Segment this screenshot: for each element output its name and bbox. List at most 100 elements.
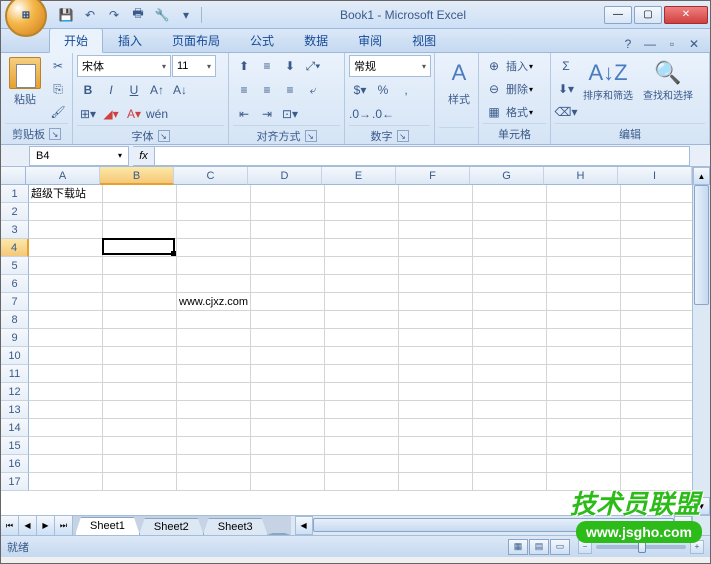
cell-F17[interactable] — [399, 473, 473, 491]
cell-I11[interactable] — [621, 365, 692, 383]
name-box[interactable]: B4▾ — [29, 146, 129, 166]
cell-I7[interactable] — [621, 293, 692, 311]
cell-I5[interactable] — [621, 257, 692, 275]
increase-font-button[interactable]: A↑ — [146, 79, 168, 101]
fx-button[interactable]: fx — [133, 146, 155, 166]
cell-I1[interactable] — [621, 185, 692, 203]
cell-G2[interactable] — [473, 203, 547, 221]
cell-C11[interactable] — [177, 365, 251, 383]
cell-F5[interactable] — [399, 257, 473, 275]
minimize-button[interactable]: — — [604, 6, 632, 24]
merge-button[interactable]: ⊡▾ — [279, 103, 301, 125]
paste-button[interactable]: 粘贴 — [5, 55, 45, 109]
cell-E12[interactable] — [325, 383, 399, 401]
decrease-font-button[interactable]: A↓ — [169, 79, 191, 101]
row-header-1[interactable]: 1 — [1, 185, 29, 203]
cell-C1[interactable] — [177, 185, 251, 203]
cell-I15[interactable] — [621, 437, 692, 455]
new-sheet-button[interactable] — [267, 533, 291, 535]
cell-G6[interactable] — [473, 275, 547, 293]
cell-H1[interactable] — [547, 185, 621, 203]
cell-E8[interactable] — [325, 311, 399, 329]
delete-cells-button[interactable]: ⊖ — [483, 78, 505, 100]
cell-B7[interactable] — [103, 293, 177, 311]
cell-G11[interactable] — [473, 365, 547, 383]
cell-E7[interactable] — [325, 293, 399, 311]
cell-B11[interactable] — [103, 365, 177, 383]
cell-D15[interactable] — [251, 437, 325, 455]
cell-F13[interactable] — [399, 401, 473, 419]
align-right-button[interactable]: ≡ — [279, 79, 301, 101]
cell-A13[interactable] — [29, 401, 103, 419]
cell-I3[interactable] — [621, 221, 692, 239]
cell-E11[interactable] — [325, 365, 399, 383]
decrease-indent-button[interactable]: ⇤ — [233, 103, 255, 125]
cell-D13[interactable] — [251, 401, 325, 419]
row-header-9[interactable]: 9 — [1, 329, 29, 347]
cell-D7[interactable] — [251, 293, 325, 311]
horizontal-scrollbar[interactable]: ◀ ▶ — [295, 516, 692, 535]
cell-H3[interactable] — [547, 221, 621, 239]
cell-F11[interactable] — [399, 365, 473, 383]
cell-I2[interactable] — [621, 203, 692, 221]
cell-H8[interactable] — [547, 311, 621, 329]
cell-B15[interactable] — [103, 437, 177, 455]
cell-A15[interactable] — [29, 437, 103, 455]
cell-I12[interactable] — [621, 383, 692, 401]
find-select-button[interactable]: 🔍 查找和选择 — [639, 55, 697, 104]
cell-A1[interactable]: 超级下载站 — [29, 185, 103, 203]
increase-decimal-button[interactable]: .0→ — [349, 103, 371, 125]
row-header-5[interactable]: 5 — [1, 257, 29, 275]
cell-D2[interactable] — [251, 203, 325, 221]
cell-D10[interactable] — [251, 347, 325, 365]
close-workbook-icon[interactable]: ✕ — [686, 36, 702, 52]
wrap-text-button[interactable]: ⤶ — [302, 79, 324, 101]
cell-C15[interactable] — [177, 437, 251, 455]
restore-window-icon[interactable]: ▫ — [664, 36, 680, 52]
font-launcher[interactable]: ↘ — [158, 130, 170, 142]
cell-H13[interactable] — [547, 401, 621, 419]
cell-D6[interactable] — [251, 275, 325, 293]
cell-B16[interactable] — [103, 455, 177, 473]
col-header-A[interactable]: A — [26, 167, 100, 185]
cell-G9[interactable] — [473, 329, 547, 347]
align-center-button[interactable]: ≡ — [256, 79, 278, 101]
cut-button[interactable]: ✂ — [47, 55, 69, 77]
cell-C13[interactable] — [177, 401, 251, 419]
cell-C5[interactable] — [177, 257, 251, 275]
styles-button[interactable]: A 样式 — [439, 55, 479, 109]
last-sheet-button[interactable]: ⏭ — [55, 516, 73, 535]
cell-F6[interactable] — [399, 275, 473, 293]
fill-color-button[interactable]: ◢▾ — [100, 103, 122, 125]
cell-E13[interactable] — [325, 401, 399, 419]
cell-G5[interactable] — [473, 257, 547, 275]
cell-E16[interactable] — [325, 455, 399, 473]
cell-E2[interactable] — [325, 203, 399, 221]
cell-F9[interactable] — [399, 329, 473, 347]
first-sheet-button[interactable]: ⏮ — [1, 516, 19, 535]
vertical-scrollbar[interactable]: ▲ ▼ — [692, 167, 710, 515]
row-header-14[interactable]: 14 — [1, 419, 29, 437]
col-header-H[interactable]: H — [544, 167, 618, 185]
row-header-10[interactable]: 10 — [1, 347, 29, 365]
tab-data[interactable]: 数据 — [289, 28, 343, 52]
align-left-button[interactable]: ≡ — [233, 79, 255, 101]
cell-E17[interactable] — [325, 473, 399, 491]
cell-H5[interactable] — [547, 257, 621, 275]
normal-view-button[interactable]: ▦ — [508, 539, 528, 555]
tab-insert[interactable]: 插入 — [103, 28, 157, 52]
cell-G3[interactable] — [473, 221, 547, 239]
help-icon[interactable]: ? — [620, 36, 636, 52]
cell-G16[interactable] — [473, 455, 547, 473]
cell-B3[interactable] — [103, 221, 177, 239]
number-launcher[interactable]: ↘ — [397, 130, 409, 142]
row-header-15[interactable]: 15 — [1, 437, 29, 455]
col-header-D[interactable]: D — [248, 167, 322, 185]
cell-A10[interactable] — [29, 347, 103, 365]
scroll-down-button[interactable]: ▼ — [693, 497, 710, 515]
scroll-right-button[interactable]: ▶ — [674, 516, 692, 535]
sheet-tab-2[interactable]: Sheet2 — [139, 518, 204, 535]
hscroll-thumb[interactable] — [313, 518, 674, 532]
cell-A4[interactable] — [29, 239, 103, 257]
align-middle-button[interactable]: ≡ — [256, 55, 278, 77]
